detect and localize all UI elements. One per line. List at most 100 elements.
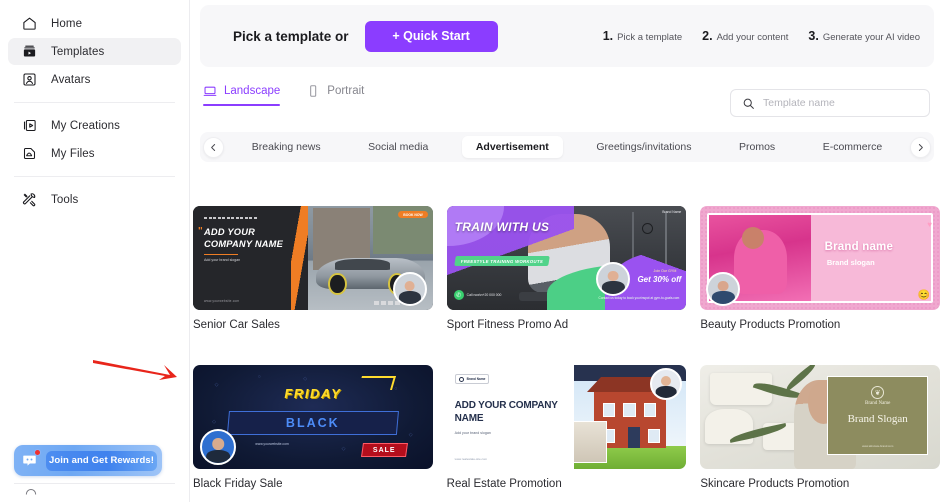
door-shape [627,427,641,449]
avatar [200,429,236,465]
template-logo: Brand Name [454,374,490,384]
template-offer-text: Get 30% off [637,275,682,284]
avatar [392,272,427,306]
collapse-icon[interactable] [24,486,38,502]
template-slogan-text: Brand slogan [826,258,875,267]
template-slogan-text: Brand Slogan [847,413,908,426]
template-headline-text: ADD YOUR COMPANY NAME [454,400,558,424]
template-phone-text: Call now\n+20 000 000 [466,292,502,297]
beauty-frame: Brand name Brand slogan [707,213,933,303]
template-card-skincare-products-promotion[interactable]: ❦ Brand Name Brand Slogan www.skincare-b… [700,331,940,490]
category-social-media[interactable]: Social media [354,136,442,158]
template-black-text: BLACK [285,415,340,430]
decor-stripe [291,206,309,310]
template-url-text: www.yourwebsite.com [204,299,240,303]
template-card-real-estate-promotion[interactable]: Brand Name ADD YOUR COMPANY NAME Add you… [446,331,687,490]
sidebar-item-home[interactable]: Home [8,10,181,37]
sale-badge: SALE [360,442,408,457]
template-card-black-friday-sale[interactable]: ◇ ○ ◇ ○ ◇ ◇ ○ ◇ FRIDAY BLACK www.yourweb… [193,331,433,490]
decor-sparkle: ○ [394,385,398,392]
template-url-text: www.skincare-brand.com [862,444,894,449]
sidebar-item-my-creations[interactable]: My Creations [8,112,181,139]
step-1: 1. Pick a template [603,29,682,43]
template-url-text: www.realestate-site.com [454,457,488,461]
search-box[interactable] [730,89,930,117]
sidebar-item-my-files[interactable]: My Files [8,140,181,167]
brand-mark-icon: ❦ [871,386,885,400]
tab-portrait[interactable]: Portrait [306,84,364,106]
template-thumbnail[interactable]: TRAIN WITH US FREESTYLE TRAINING WORKOUT… [446,206,687,310]
category-promos[interactable]: Promos [725,136,789,158]
template-thumbnail[interactable]: Brand name Brand slogan ♥ 😊 [700,206,940,310]
template-logo-text: Brand Name [466,377,486,381]
sidebar-divider [14,102,175,103]
decor-swoosh [358,376,397,391]
sidebar-item-templates[interactable]: Templates [8,38,181,65]
category-prev-button[interactable] [203,136,224,158]
my-creations-icon [21,117,38,134]
decor-sparkle: ○ [257,374,261,381]
avatars-icon [21,71,38,88]
template-logo-text: Brand Name [662,210,682,214]
step-2: 2. Add your content [702,29,788,43]
template-thumbnail[interactable]: ❦ Brand Name Brand Slogan www.skincare-b… [700,365,940,469]
category-carousel: Breaking news Social media Advertisement… [200,132,934,162]
gym-ring [641,222,653,234]
template-slogan-text: Add your brand slogan [204,258,241,263]
step-number: 3. [808,29,819,43]
template-card-beauty-products-promotion[interactable]: Brand name Brand slogan ♥ 😊 Beauty Produ… [700,172,940,331]
search-input[interactable] [763,97,918,109]
category-greetings-invitations[interactable]: Greetings/invitations [582,136,705,158]
quick-start-button[interactable]: + Quick Start [364,20,498,52]
category-ecommerce[interactable]: E-commerce [809,136,897,158]
heart-icon: ♥ [927,220,932,229]
templates-icon [21,43,38,60]
notification-dot [34,449,41,456]
template-thumbnail[interactable]: Brand Name ADD YOUR COMPANY NAME Add you… [446,365,687,469]
decor-dashes [204,217,299,219]
template-card-senior-car-sales[interactable]: " ADD YOUR COMPANY NAME Add your brand s… [193,172,433,331]
template-thumbnail[interactable]: " ADD YOUR COMPANY NAME Add your brand s… [193,206,433,310]
step-text: Generate your AI video [822,32,920,43]
template-company-text: ADD YOUR COMPANY NAME [204,227,284,250]
template-brand-text: Brand name [824,240,894,253]
template-slogan-text: Add your brand slogan [454,430,491,435]
window-shape [623,403,636,417]
tab-landscape[interactable]: Landscape [203,84,281,107]
whatsapp-icon: ✆ [453,290,464,300]
step-3: 3. Generate your AI video [808,29,920,43]
window-shape [602,403,616,417]
decor-dots [374,301,401,305]
realestate-left-panel: Brand Name ADD YOUR COMPANY NAME Add you… [447,365,574,469]
sidebar-item-label: My Creations [51,119,120,132]
sidebar-item-label: Home [51,17,83,30]
template-title: Sport Fitness Promo Ad [446,319,569,331]
banner-left: Pick a template or + Quick Start [200,20,498,52]
template-card-sport-fitness-promo-ad[interactable]: TRAIN WITH US FREESTYLE TRAINING WORKOUT… [446,172,687,331]
sidebar-item-avatars[interactable]: Avatars [8,66,181,93]
join-rewards-button[interactable]: Join and Get Rewards! [14,445,162,476]
brand-panel: ❦ Brand Name Brand Slogan www.skincare-b… [827,376,929,456]
logo-mark-icon [458,376,464,382]
sidebar-divider [14,176,175,177]
sidebar-item-label: My Files [51,147,95,160]
sidebar-item-tools[interactable]: Tools [8,186,181,213]
template-friday-text: FRIDAY [284,385,342,401]
sidebar: Home Templates Avatars My Creations My F… [0,0,190,502]
sidebar-item-label: Templates [51,45,105,58]
category-next-button[interactable] [910,136,931,158]
category-breaking-news[interactable]: Breaking news [238,136,335,158]
template-title: Skincare Products Promotion [700,478,850,490]
car-wheel [327,272,347,296]
car-window-shape [335,259,391,271]
search-icon [742,97,755,110]
sidebar-group-tools: Tools [0,186,189,213]
tab-label: Portrait [327,85,365,97]
category-advertisement[interactable]: Advertisement [461,136,563,158]
sidebar-group-main: Home Templates Avatars [0,10,189,93]
decor-sparkle: ◇ [341,446,346,453]
template-sale-text: SALE [372,446,396,454]
template-thumbnail[interactable]: ◇ ○ ◇ ○ ◇ ◇ ○ ◇ FRIDAY BLACK www.yourweb… [193,365,433,469]
car-left-panel: " ADD YOUR COMPANY NAME Add your brand s… [193,206,309,310]
decor-sparkle: ◇ [212,419,217,426]
